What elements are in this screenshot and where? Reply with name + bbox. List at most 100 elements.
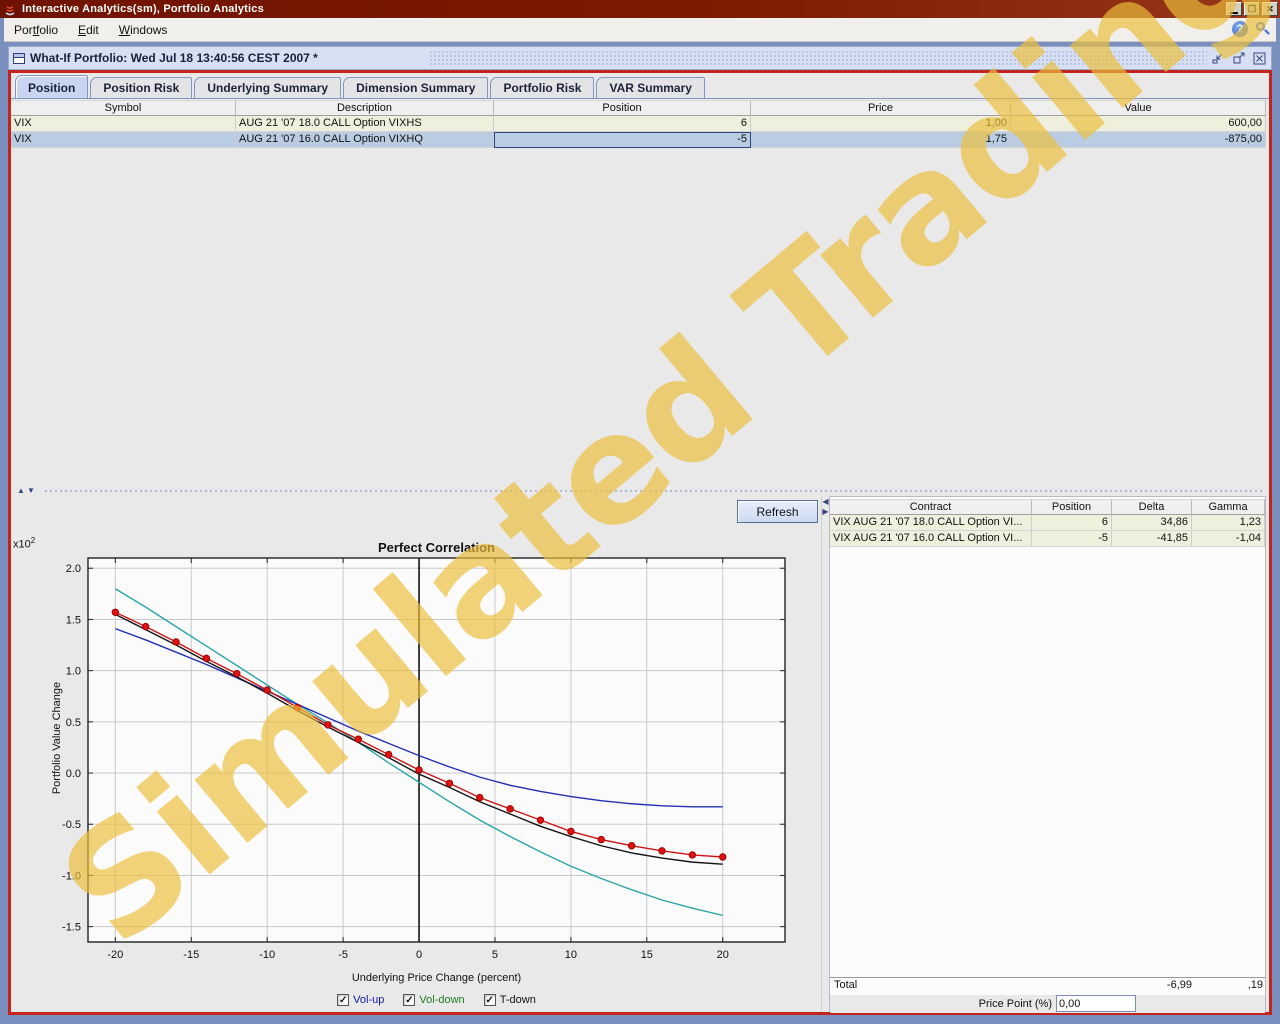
y-axis-label: Portfolio Value Change bbox=[51, 681, 63, 795]
splitter-collapse-down-icon[interactable]: ▼ bbox=[27, 487, 35, 495]
svg-text:5: 5 bbox=[492, 949, 498, 961]
cell-contract[interactable]: VIX AUG 21 '07 18.0 CALL Option VI... bbox=[830, 515, 1032, 531]
tab-bar: Position Position Risk Underlying Summar… bbox=[11, 75, 1269, 99]
totals-row: Total -6,99 ,19 bbox=[830, 977, 1265, 994]
close-button[interactable]: ✕ bbox=[1262, 2, 1278, 16]
svg-text:1.5: 1.5 bbox=[66, 614, 81, 626]
table-row[interactable]: VIX AUG 21 '07 18.0 CALL Option VI... 6 … bbox=[830, 515, 1265, 531]
maximize-icon bbox=[1233, 52, 1245, 64]
svg-text:0: 0 bbox=[416, 949, 422, 961]
svg-text:15: 15 bbox=[641, 949, 653, 961]
frame-maximize-button[interactable] bbox=[1230, 50, 1247, 67]
col-contract[interactable]: Contract bbox=[830, 499, 1032, 515]
cell-price[interactable]: 1,75 bbox=[751, 132, 1011, 148]
refresh-button[interactable]: Refresh bbox=[737, 500, 818, 523]
tab-underlying-summary[interactable]: Underlying Summary bbox=[194, 77, 342, 98]
application-window: Interactive Analytics(sm), Portfolio Ana… bbox=[0, 0, 1280, 1024]
col-symbol[interactable]: Symbol bbox=[11, 100, 236, 116]
cell-description[interactable]: AUG 21 '07 18.0 CALL Option VIXHS bbox=[236, 116, 494, 132]
svg-text:2.0: 2.0 bbox=[66, 563, 81, 575]
col-position[interactable]: Position bbox=[1032, 499, 1112, 515]
cell-value[interactable]: 600,00 bbox=[1011, 116, 1266, 132]
cell-price[interactable]: 1,00 bbox=[751, 116, 1011, 132]
chart-panel: -20 -15 -10 -5 0 5 10 15 20 2.0 1.5 1.0 0.5 0.0 -0.5 -1… bbox=[11, 496, 821, 1012]
total-gamma: ,19 bbox=[1247, 979, 1263, 991]
col-position[interactable]: Position bbox=[494, 100, 751, 116]
close-icon bbox=[1253, 52, 1266, 65]
chart-title: Perfect Correlation bbox=[377, 540, 496, 555]
cell-position-focused[interactable]: -5 bbox=[494, 132, 751, 148]
cell-delta[interactable]: -41,85 bbox=[1112, 531, 1192, 547]
svg-text:0.0: 0.0 bbox=[66, 768, 81, 780]
svg-text:-5: -5 bbox=[338, 949, 348, 961]
col-value[interactable]: Value bbox=[1011, 100, 1266, 116]
svg-text:-1.0: -1.0 bbox=[62, 870, 81, 882]
col-gamma[interactable]: Gamma bbox=[1192, 499, 1265, 515]
menu-edit[interactable]: Edit bbox=[68, 20, 109, 40]
svg-text:1.0: 1.0 bbox=[66, 666, 81, 678]
restore-button[interactable]: ❐ bbox=[1244, 2, 1260, 16]
cell-gamma[interactable]: 1,23 bbox=[1192, 515, 1265, 531]
checkbox-vol-down[interactable]: Vol-down bbox=[403, 994, 465, 1006]
help-icon[interactable]: ? bbox=[1232, 21, 1248, 37]
cell-position[interactable]: 6 bbox=[494, 116, 751, 132]
title-bar: Interactive Analytics(sm), Portfolio Ana… bbox=[0, 0, 1280, 18]
internal-frame-titlebar[interactable]: What-If Portfolio: Wed Jul 18 13:40:56 C… bbox=[8, 46, 1272, 70]
vertical-splitter[interactable]: ◀ ▶ bbox=[821, 496, 829, 1012]
frame-close-button[interactable] bbox=[1251, 50, 1268, 67]
cell-delta[interactable]: 34,86 bbox=[1112, 515, 1192, 531]
svg-text:10: 10 bbox=[565, 949, 577, 961]
tab-var-summary[interactable]: VAR Summary bbox=[596, 77, 705, 98]
tab-portfolio-risk[interactable]: Portfolio Risk bbox=[490, 77, 595, 98]
cell-contract[interactable]: VIX AUG 21 '07 16.0 CALL Option VI... bbox=[830, 531, 1032, 547]
checkbox-checked-icon[interactable] bbox=[337, 994, 350, 1006]
menu-bar: Portfolio Edit Windows ? bbox=[4, 18, 1276, 42]
splitter-collapse-up-icon[interactable]: ▲ bbox=[17, 487, 25, 495]
horizontal-splitter[interactable]: ▲ ▼ bbox=[11, 486, 1266, 496]
checkbox-vol-up[interactable]: Vol-up bbox=[337, 994, 384, 1006]
tab-position[interactable]: Position bbox=[15, 75, 89, 98]
col-price[interactable]: Price bbox=[751, 100, 1011, 116]
cell-symbol[interactable]: VIX bbox=[11, 116, 236, 132]
cell-symbol[interactable]: VIX bbox=[11, 132, 236, 148]
svg-text:-15: -15 bbox=[183, 949, 199, 961]
x-axis-label: Underlying Price Change (percent) bbox=[351, 972, 522, 984]
risk-table-header: Contract Position Delta Gamma bbox=[830, 499, 1265, 515]
menu-windows[interactable]: Windows bbox=[109, 20, 178, 40]
frame-icon bbox=[13, 52, 25, 64]
menu-portfolio[interactable]: Portfolio bbox=[4, 20, 68, 40]
svg-text:-1.5: -1.5 bbox=[62, 922, 81, 934]
search-icon[interactable] bbox=[1254, 21, 1270, 37]
price-point-label: Price Point (%) bbox=[978, 998, 1052, 1010]
splitter-collapse-left-icon[interactable]: ◀ bbox=[822, 498, 829, 506]
table-row[interactable]: VIX AUG 21 '07 18.0 CALL Option VIXHS 6 … bbox=[11, 116, 1266, 132]
svg-text:-10: -10 bbox=[259, 949, 275, 961]
table-row[interactable]: VIX AUG 21 '07 16.0 CALL Option VI... -5… bbox=[830, 531, 1265, 547]
checkbox-checked-icon[interactable] bbox=[483, 994, 496, 1006]
minimize-button[interactable] bbox=[1226, 2, 1242, 16]
internal-frame-title: What-If Portfolio: Wed Jul 18 13:40:56 C… bbox=[30, 51, 318, 65]
checkbox-checked-icon[interactable] bbox=[403, 994, 416, 1006]
checkbox-t-down[interactable]: T-down bbox=[483, 994, 536, 1006]
series-toggles: Vol-up Vol-down T-down bbox=[88, 994, 785, 1006]
splitter-collapse-right-icon[interactable]: ▶ bbox=[822, 508, 829, 516]
axis-scale-note: x102 bbox=[13, 536, 36, 551]
position-table-header: Symbol Description Position Price Value bbox=[11, 100, 1266, 116]
svg-text:-20: -20 bbox=[107, 949, 123, 961]
col-description[interactable]: Description bbox=[236, 100, 494, 116]
cell-description[interactable]: AUG 21 '07 16.0 CALL Option VIXHQ bbox=[236, 132, 494, 148]
cell-position[interactable]: 6 bbox=[1032, 515, 1112, 531]
table-row-selected[interactable]: VIX AUG 21 '07 16.0 CALL Option VIXHQ -5… bbox=[11, 132, 1266, 148]
risk-panel: Contract Position Delta Gamma VIX AUG 21… bbox=[829, 496, 1266, 1013]
cell-value[interactable]: -875,00 bbox=[1011, 132, 1266, 148]
tab-position-risk[interactable]: Position Risk bbox=[90, 77, 193, 98]
cell-gamma[interactable]: -1,04 bbox=[1192, 531, 1265, 547]
cell-position[interactable]: -5 bbox=[1032, 531, 1112, 547]
tab-dimension-summary[interactable]: Dimension Summary bbox=[343, 77, 489, 98]
simulated-trading-frame: Position Position Risk Underlying Summar… bbox=[8, 70, 1272, 1015]
price-point-input[interactable] bbox=[1056, 995, 1136, 1012]
price-point-row: Price Point (%) bbox=[830, 995, 1265, 1013]
frame-minimize-button[interactable] bbox=[1209, 50, 1226, 67]
col-delta[interactable]: Delta bbox=[1112, 499, 1192, 515]
svg-text:20: 20 bbox=[717, 949, 729, 961]
